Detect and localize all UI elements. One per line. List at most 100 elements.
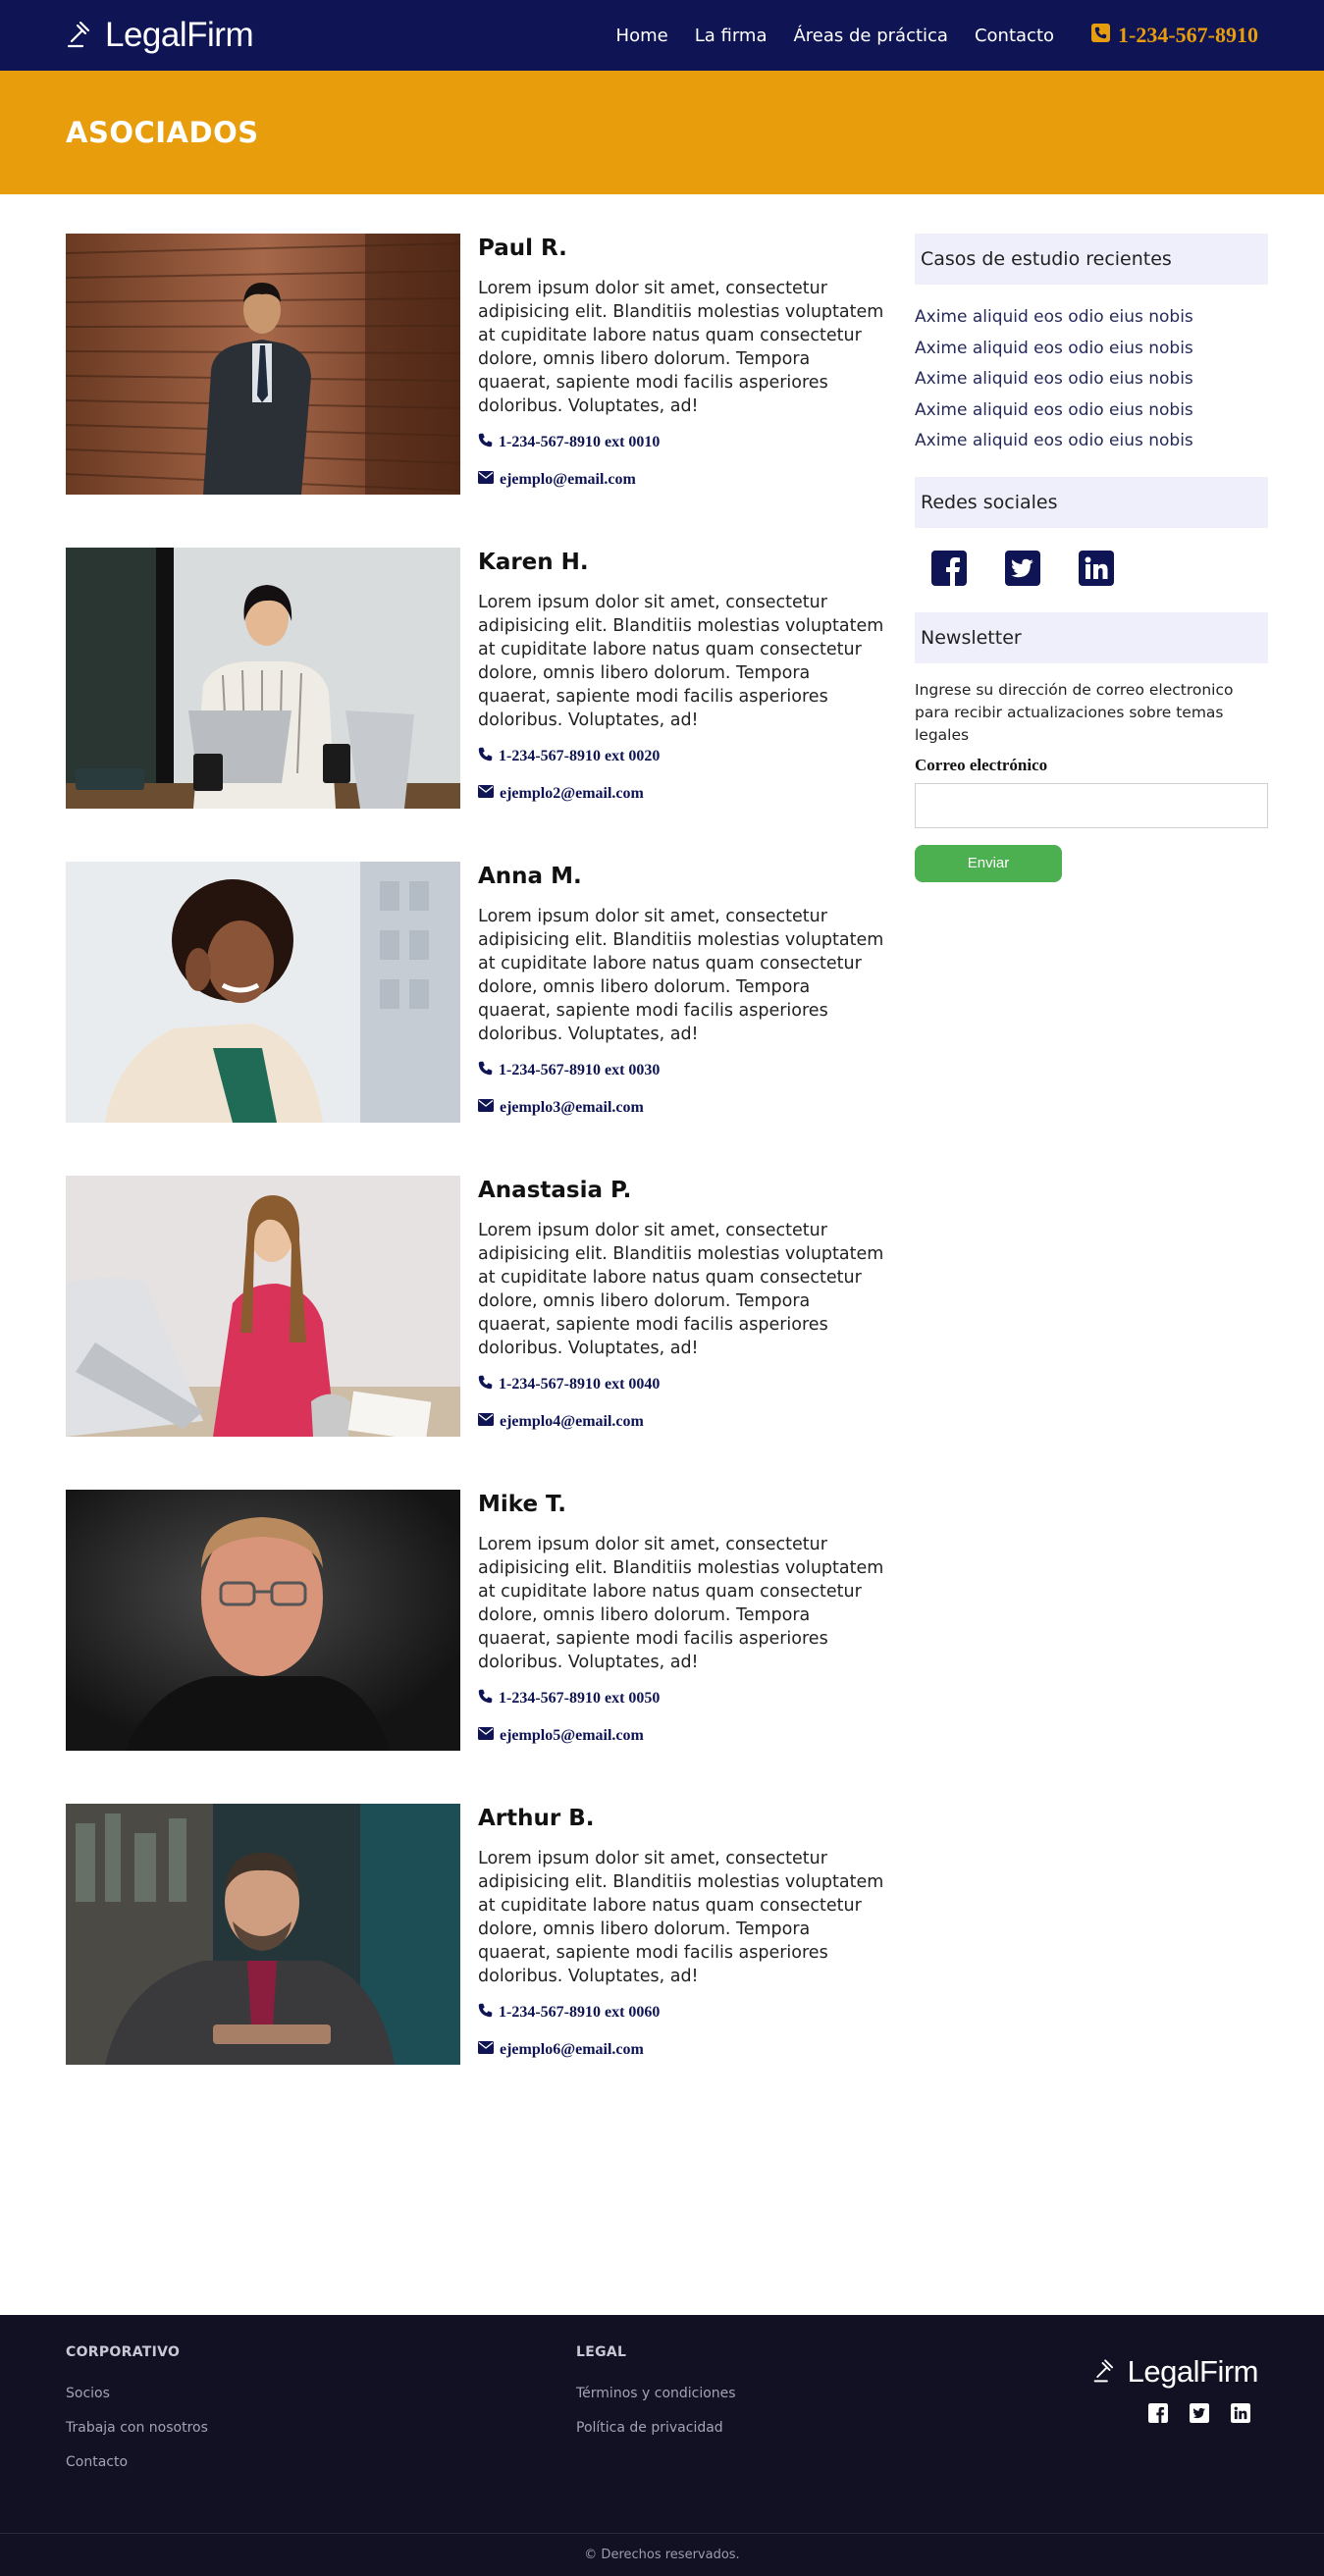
- nav-areas[interactable]: Áreas de práctica: [793, 26, 947, 46]
- header-phone[interactable]: 1-234-567-8910: [1091, 23, 1258, 48]
- associate-name: Anna M.: [478, 864, 582, 889]
- footer-link-contacto[interactable]: Contacto: [66, 2454, 576, 2470]
- nav-la-firma[interactable]: La firma: [695, 26, 768, 46]
- email-label: Correo electrónico: [915, 755, 1048, 774]
- page-title: ASOCIADOS: [66, 116, 259, 149]
- associate-phone[interactable]: 1-234-567-8910 ext 0010: [478, 433, 885, 452]
- associate-name: Anastasia P.: [478, 1178, 632, 1203]
- associate-phone-text: 1-234-567-8910 ext 0040: [499, 1376, 661, 1393]
- phone-square-icon: [1091, 23, 1111, 48]
- associate-email[interactable]: ejemplo2@email.com: [478, 785, 885, 803]
- associate-email-text: ejemplo5@email.com: [500, 1727, 644, 1744]
- site-footer: CORPORATIVO Socios Trabaja con nosotros …: [0, 2315, 1324, 2576]
- social-links: [915, 528, 1268, 612]
- twitter-icon[interactable]: [996, 548, 1048, 589]
- associate-photo: [66, 1804, 460, 2065]
- associate-phone[interactable]: 1-234-567-8910 ext 0050: [478, 1689, 885, 1709]
- associate-email[interactable]: ejemplo@email.com: [478, 471, 885, 489]
- phone-icon: [478, 1061, 493, 1080]
- associate-email[interactable]: ejemplo3@email.com: [478, 1099, 885, 1117]
- associate-email[interactable]: ejemplo5@email.com: [478, 1727, 885, 1745]
- associate-photo: [66, 548, 460, 809]
- site-logo[interactable]: LegalFirm: [66, 16, 254, 55]
- footer-heading: LEGAL: [576, 2344, 627, 2360]
- case-link[interactable]: Axime aliquid eos odio eius nobis: [915, 426, 1268, 457]
- footer-link-terminos[interactable]: Términos y condiciones: [576, 2386, 1086, 2401]
- associate-email-text: ejemplo2@email.com: [500, 785, 644, 802]
- footer-link-trabaja[interactable]: Trabaja con nosotros: [66, 2420, 576, 2436]
- case-link[interactable]: Axime aliquid eos odio eius nobis: [915, 364, 1268, 395]
- associate-card: Karen H. Lorem ipsum dolor sit amet, con…: [66, 548, 885, 809]
- content-area: Paul R. Lorem ipsum dolor sit amet, cons…: [0, 194, 1324, 2315]
- envelope-icon: [478, 1099, 494, 1117]
- associate-card: Paul R. Lorem ipsum dolor sit amet, cons…: [66, 234, 885, 495]
- associate-phone-text: 1-234-567-8910 ext 0030: [499, 1062, 661, 1078]
- nav-home[interactable]: Home: [616, 26, 668, 46]
- cases-title: Casos de estudio recientes: [915, 234, 1268, 285]
- associate-phone-text: 1-234-567-8910 ext 0050: [499, 1690, 661, 1707]
- associate-phone[interactable]: 1-234-567-8910 ext 0030: [478, 1061, 885, 1080]
- associate-phone-text: 1-234-567-8910 ext 0010: [499, 434, 661, 450]
- associate-phone[interactable]: 1-234-567-8910 ext 0020: [478, 747, 885, 766]
- copyright: © Derechos reservados.: [0, 2533, 1324, 2576]
- envelope-icon: [478, 2041, 494, 2059]
- associate-name: Mike T.: [478, 1492, 566, 1517]
- associate-bio: Lorem ipsum dolor sit amet, consectetur …: [478, 1849, 884, 1986]
- footer-heading: CORPORATIVO: [66, 2344, 181, 2360]
- footer-link-socios[interactable]: Socios: [66, 2386, 576, 2401]
- associate-bio: Lorem ipsum dolor sit amet, consectetur …: [478, 907, 884, 1044]
- associate-email-text: ejemplo@email.com: [500, 471, 636, 488]
- associate-bio: Lorem ipsum dolor sit amet, consectetur …: [478, 279, 884, 416]
- phone-icon: [478, 433, 493, 452]
- associate-photo: [66, 1176, 460, 1437]
- associate-phone[interactable]: 1-234-567-8910 ext 0040: [478, 1375, 885, 1394]
- submit-button[interactable]: Enviar: [915, 844, 1062, 882]
- associates-list: Paul R. Lorem ipsum dolor sit amet, cons…: [66, 234, 885, 2315]
- associate-card: Anastasia P. Lorem ipsum dolor sit amet,…: [66, 1176, 885, 1437]
- sidebar: Casos de estudio recientes Axime aliquid…: [915, 234, 1268, 2315]
- associate-phone[interactable]: 1-234-567-8910 ext 0060: [478, 2003, 885, 2023]
- phone-icon: [478, 2003, 493, 2023]
- logo-text: LegalFirm: [105, 16, 254, 54]
- envelope-icon: [478, 1413, 494, 1431]
- associate-card: Mike T. Lorem ipsum dolor sit amet, cons…: [66, 1490, 885, 1751]
- facebook-icon[interactable]: [1148, 2403, 1168, 2427]
- associate-photo: [66, 862, 460, 1123]
- site-header: LegalFirm Home La firma Áreas de práctic…: [0, 0, 1324, 71]
- footer-link-privacidad[interactable]: Política de privacidad: [576, 2420, 1086, 2436]
- footer-logo-text: LegalFirm: [1127, 2354, 1259, 2389]
- page-banner: ASOCIADOS: [0, 71, 1324, 194]
- associate-email[interactable]: ejemplo4@email.com: [478, 1413, 885, 1431]
- associate-name: Paul R.: [478, 236, 567, 261]
- associate-email-text: ejemplo3@email.com: [500, 1099, 644, 1116]
- associate-email-text: ejemplo4@email.com: [500, 1413, 644, 1430]
- gavel-icon: [66, 18, 97, 53]
- associate-bio: Lorem ipsum dolor sit amet, consectetur …: [478, 593, 884, 730]
- envelope-icon: [478, 785, 494, 803]
- header-phone-number: 1-234-567-8910: [1118, 23, 1258, 47]
- associate-photo: [66, 234, 460, 495]
- twitter-icon[interactable]: [1190, 2403, 1209, 2427]
- nav-contacto[interactable]: Contacto: [975, 26, 1054, 46]
- email-field[interactable]: [915, 782, 1268, 828]
- case-link[interactable]: Axime aliquid eos odio eius nobis: [915, 334, 1268, 365]
- main-nav: Home La firma Áreas de práctica Contacto: [616, 26, 1054, 46]
- associate-photo: [66, 1490, 460, 1751]
- linkedin-icon[interactable]: [1231, 2403, 1250, 2427]
- associate-bio: Lorem ipsum dolor sit amet, consectetur …: [478, 1221, 884, 1358]
- case-link[interactable]: Axime aliquid eos odio eius nobis: [915, 395, 1268, 427]
- linkedin-icon[interactable]: [1070, 548, 1122, 589]
- phone-icon: [478, 1375, 493, 1394]
- facebook-icon[interactable]: [923, 548, 975, 589]
- associate-email[interactable]: ejemplo6@email.com: [478, 2041, 885, 2059]
- associate-bio: Lorem ipsum dolor sit amet, consectetur …: [478, 1535, 884, 1672]
- newsletter-title: Newsletter: [915, 611, 1268, 663]
- gavel-icon: [1092, 2356, 1120, 2388]
- associate-name: Arthur B.: [478, 1806, 595, 1831]
- associate-card: Anna M. Lorem ipsum dolor sit amet, cons…: [66, 862, 885, 1123]
- case-link[interactable]: Axime aliquid eos odio eius nobis: [915, 302, 1268, 334]
- phone-icon: [478, 747, 493, 766]
- footer-social: [1148, 2403, 1250, 2427]
- footer-logo[interactable]: LegalFirm: [1092, 2354, 1259, 2390]
- envelope-icon: [478, 1727, 494, 1745]
